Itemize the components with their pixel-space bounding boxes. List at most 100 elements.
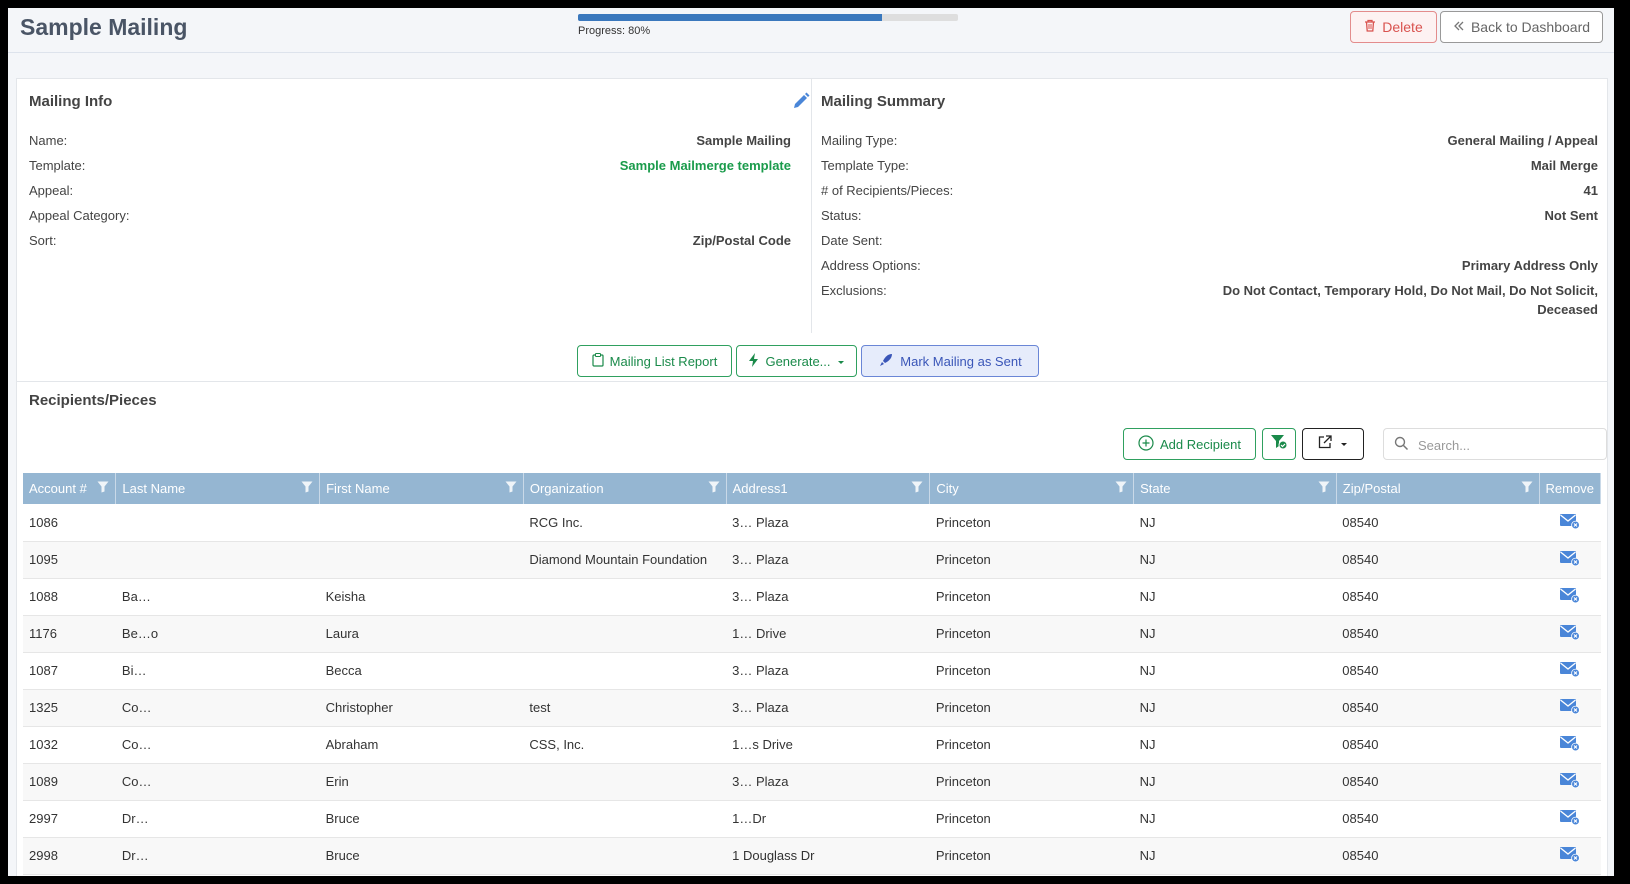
edit-pencil-icon[interactable] — [791, 91, 811, 116]
caret-down-icon — [1340, 435, 1348, 453]
table-cell: NJ — [1133, 800, 1337, 838]
table-row[interactable]: 2997 Dr… Bruce 1…Dr Princeton NJ 08540 — [23, 800, 1601, 838]
remove-mail-icon[interactable] — [1559, 625, 1581, 644]
table-row[interactable]: 1089 Co… Erin 3… Plaza Princeton NJ 08540 — [23, 763, 1601, 801]
mailing-list-report-button[interactable]: Mailing List Report — [577, 345, 732, 377]
table-row[interactable]: 1086 RCG Inc. 3… Plaza Princeton NJ 08540 — [23, 504, 1601, 542]
column-header[interactable]: State — [1133, 473, 1337, 504]
summary-value: Deceased — [1537, 302, 1598, 317]
remove-mail-icon[interactable] — [1559, 847, 1581, 866]
mailing-summary-row: Mailing Type: General Mailing / Appeal — [821, 131, 1598, 151]
table-cell: Co… — [115, 763, 320, 801]
table-cell: Erin — [319, 763, 524, 801]
remove-mail-icon[interactable] — [1559, 551, 1581, 570]
mark-sent-label: Mark Mailing as Sent — [900, 353, 1022, 369]
table-row[interactable]: 1088 Ba… Keisha 3… Plaza Princeton NJ 08540 — [23, 578, 1601, 616]
summary-value: Primary Address Only — [1461, 258, 1598, 273]
column-header[interactable]: City — [929, 473, 1135, 504]
table-cell — [523, 800, 727, 838]
summary-label: Address Options: — [821, 258, 921, 273]
remove-mail-icon[interactable] — [1559, 699, 1581, 718]
back-label: Back to Dashboard — [1470, 19, 1591, 35]
filter-icon[interactable] — [911, 481, 923, 496]
remove-mail-icon[interactable] — [1559, 513, 1581, 533]
filter-icon[interactable] — [1115, 481, 1127, 496]
table-cell — [523, 652, 727, 690]
table-cell: 1 Douglass Dr — [726, 837, 930, 875]
mark-mailing-as-sent-button[interactable]: Mark Mailing as Sent — [861, 345, 1039, 377]
remove-mail-icon[interactable] — [1559, 773, 1581, 792]
table-cell: Bruce — [319, 800, 524, 838]
column-header[interactable]: Account # — [23, 473, 117, 504]
column-header[interactable]: Organization — [523, 473, 727, 504]
table-cell — [523, 837, 727, 875]
filter-icon[interactable] — [1521, 481, 1533, 496]
table-cell — [115, 541, 320, 579]
table-cell: 3… Plaza — [726, 689, 930, 727]
table-cell: Bi… — [115, 652, 320, 690]
filter-icon[interactable] — [708, 481, 720, 496]
remove-mail-icon[interactable] — [1559, 662, 1581, 681]
column-header[interactable]: Last Name — [115, 473, 321, 504]
table-cell: 08540 — [1336, 726, 1540, 764]
table-row[interactable]: 1325 Co… Christopher test 3… Plaza Princeton N… — [23, 689, 1601, 727]
recipients-title: Recipients/Pieces — [29, 392, 157, 409]
clipboard-icon — [592, 352, 604, 370]
table-cell: 1086 — [23, 504, 116, 542]
table-cell: 3… Plaza — [726, 578, 930, 616]
table-cell: 08540 — [1336, 615, 1540, 653]
table-cell: 1325 — [23, 689, 116, 727]
table-cell: Princeton — [929, 504, 1134, 542]
recipients-section: Recipients/Pieces Add Recipient Search..… — [16, 382, 1608, 876]
table-cell — [523, 615, 727, 653]
plus-circle-icon — [1138, 434, 1154, 454]
column-header-label: Remove — [1545, 481, 1594, 496]
generate-label: Generate... — [765, 353, 831, 369]
generate-dropdown-button[interactable]: Generate... — [736, 345, 857, 377]
card-divider — [811, 79, 812, 333]
table-cell: 1089 — [23, 763, 116, 801]
table-cell: 08540 — [1336, 541, 1540, 579]
column-header[interactable]: First Name — [319, 473, 524, 504]
filter-check-button[interactable] — [1262, 428, 1296, 460]
table-cell: NJ — [1133, 578, 1337, 616]
table-cell: 08540 — [1336, 504, 1540, 542]
column-header[interactable]: Remove — [1539, 473, 1602, 504]
remove-mail-icon[interactable] — [1559, 588, 1581, 607]
table-row[interactable]: 2998 Dr… Bruce 1 Douglass Dr Princeton NJ 0854… — [23, 837, 1601, 875]
info-label: Appeal: — [29, 183, 74, 198]
delete-button[interactable]: Delete — [1350, 11, 1437, 43]
filter-icon[interactable] — [97, 481, 109, 496]
table-cell — [319, 504, 524, 542]
table-row[interactable]: 1176 Be…o Laura 1… Drive Princeton NJ 08540 — [23, 615, 1601, 653]
table-cell: 1176 — [23, 615, 116, 653]
page-title: Sample Mailing — [20, 14, 188, 40]
filter-icon[interactable] — [505, 481, 517, 496]
export-dropdown-button[interactable] — [1302, 428, 1364, 460]
filter-icon[interactable] — [1318, 481, 1330, 496]
back-to-dashboard-button[interactable]: Back to Dashboard — [1440, 11, 1603, 43]
table-cell: Princeton — [929, 541, 1134, 579]
add-recipient-button[interactable]: Add Recipient — [1123, 428, 1256, 460]
table-row[interactable]: 1087 Bi… Becca 3… Plaza Princeton NJ 08540 — [23, 652, 1601, 690]
table-cell: Becca — [319, 652, 524, 690]
table-cell: 3… Plaza — [726, 504, 930, 542]
top-bar: Sample Mailing Progress: 80% Delete Back… — [8, 8, 1614, 53]
remove-mail-icon[interactable] — [1559, 736, 1581, 755]
table-row[interactable]: 1032 Co… Abraham CSS, Inc. 1…s Drive Princeto… — [23, 726, 1601, 764]
column-header[interactable]: Zip/Postal — [1336, 473, 1540, 504]
column-header[interactable]: Address1 — [726, 473, 931, 504]
table-row[interactable]: 1095 Diamond Mountain Foundation 3… Plaza P… — [23, 541, 1601, 579]
table-cell: 1095 — [23, 541, 116, 579]
filter-check-icon — [1270, 434, 1288, 455]
mailing-info-row: Sort: Zip/Postal Code — [29, 231, 791, 251]
info-value[interactable]: Sample Mailmerge template — [620, 156, 791, 176]
table-body: 1086 RCG Inc. 3… Plaza Princeton NJ 08540 1095… — [23, 504, 1601, 875]
filter-icon[interactable] — [301, 481, 313, 496]
table-cell: Abraham — [319, 726, 524, 764]
remove-mail-icon[interactable] — [1559, 810, 1581, 829]
table-cell: Princeton — [929, 837, 1134, 875]
app-window: Sample Mailing Progress: 80% Delete Back… — [8, 8, 1614, 876]
search-input[interactable] — [1416, 434, 1600, 456]
mailing-info-row: Appeal Category: — [29, 206, 791, 226]
